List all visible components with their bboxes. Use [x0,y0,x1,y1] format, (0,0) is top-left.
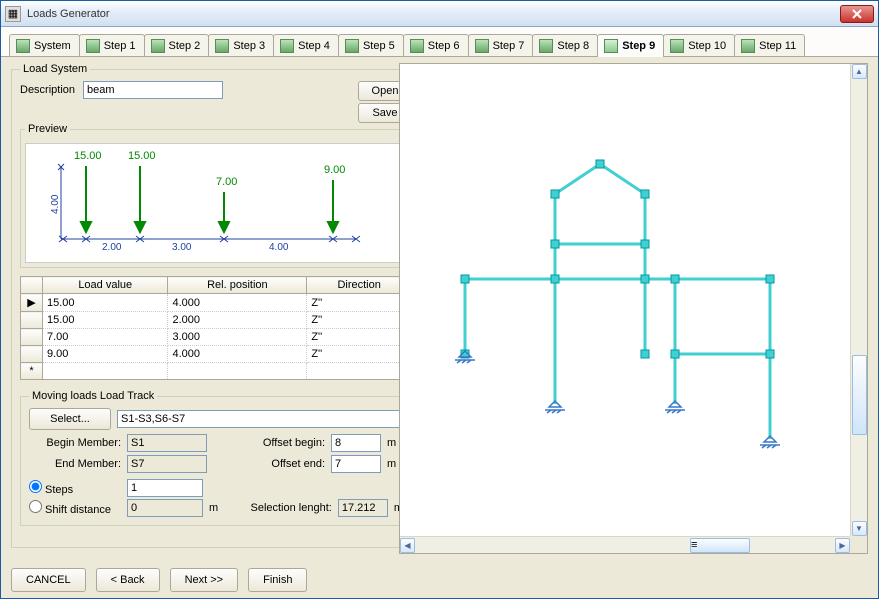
table-row: ▶15.004.000Z'' [21,294,412,312]
shift-radio[interactable] [29,500,42,513]
offset-begin-label: Offset begin: [239,437,325,449]
tab-step-8[interactable]: Step 8 [532,34,598,56]
scroll-up-button[interactable]: ▲ [852,64,867,79]
description-label: Description [20,84,75,96]
tab-step-1[interactable]: Step 1 [79,34,145,56]
table-new-row: * [21,363,412,380]
cancel-button[interactable]: CANCEL [11,568,86,592]
tab-step-2[interactable]: Step 2 [144,34,210,56]
description-input[interactable] [83,81,223,99]
preview-canvas: 15.00 15.00 7.00 9.00 [25,143,407,263]
scroll-right-button[interactable]: ▶ [835,538,850,553]
steps-radio[interactable] [29,480,42,493]
preview-legend: Preview [25,123,70,135]
tab-system[interactable]: System [9,34,80,56]
shift-radio-wrap[interactable]: Shift distance [29,500,121,516]
content: Load System Description Open Save Previe… [1,57,878,560]
tab-step-11[interactable]: Step 11 [734,34,805,56]
step-icon [604,39,618,53]
tab-step-4[interactable]: Step 4 [273,34,339,56]
scroll-down-button[interactable]: ▼ [852,521,867,536]
step-icon [345,39,359,53]
scroll-thumb-v[interactable] [852,355,867,435]
scroll-thumb-h[interactable]: ≡ [690,538,750,553]
tab-step-5[interactable]: Step 5 [338,34,404,56]
preview-group: Preview 15.00 15.00 7.00 9.00 [20,123,412,268]
scroll-corner [850,536,867,553]
step-icon [151,39,165,53]
x-dim-1: 2.00 [102,242,121,253]
begin-member-field [127,434,207,452]
step-icon [86,39,100,53]
selection-input[interactable] [117,410,403,428]
shift-input [127,499,203,517]
structure-canvas[interactable]: ▲ ▼ ◀ ≡ ▶ [399,63,868,554]
step-icon [539,39,553,53]
tab-step-3[interactable]: Step 3 [208,34,274,56]
end-member-field [127,455,207,473]
offset-end-input[interactable] [331,455,381,473]
x-dim-2: 3.00 [172,242,191,253]
tab-step-7[interactable]: Step 7 [468,34,534,56]
end-member-label: End Member: [29,458,121,470]
steps-radio-wrap[interactable]: Steps [29,480,121,496]
th-pos[interactable]: Rel. position [168,277,307,294]
load-system-legend: Load System [20,63,90,75]
table-row: 15.002.000Z'' [21,312,412,329]
begin-member-label: Begin Member: [29,437,121,449]
steps-input[interactable] [127,479,203,497]
x-dim-3: 4.00 [269,242,288,253]
tabbar: System Step 1 Step 2 Step 3 Step 4 Step … [1,27,878,57]
table-row: 7.003.000Z'' [21,329,412,346]
select-button[interactable]: Select... [29,408,111,430]
scroll-left-button[interactable]: ◀ [400,538,415,553]
footer: CANCEL < Back Next >> Finish [1,560,878,598]
next-button[interactable]: Next >> [170,568,239,592]
loads-table[interactable]: Load value Rel. position Direction ▶15.0… [20,276,412,380]
vertical-scrollbar[interactable]: ▲ ▼ [850,64,867,536]
app-window: ▦ Loads Generator System Step 1 Step 2 S… [0,0,879,599]
step-icon [410,39,424,53]
table-row: 9.004.000Z'' [21,346,412,363]
close-button[interactable] [840,5,874,23]
system-icon [16,39,30,53]
selection-length-field [338,499,388,517]
step-icon [741,39,755,53]
close-icon [851,9,863,19]
selection-length-label: Selection lenght: [229,502,332,514]
y-dim: 4.00 [50,195,61,214]
track-group: Moving loads Load Track Select... Begin … [20,390,412,526]
titlebar: ▦ Loads Generator [1,1,878,27]
th-dir[interactable]: Direction [307,277,412,294]
step-icon [280,39,294,53]
app-icon: ▦ [5,6,21,22]
offset-begin-input[interactable] [331,434,381,452]
preview-svg [26,144,366,264]
back-button[interactable]: < Back [96,568,160,592]
window-title: Loads Generator [27,8,840,20]
load-system-group: Load System Description Open Save Previe… [11,63,421,548]
th-load[interactable]: Load value [43,277,168,294]
step-icon [475,39,489,53]
tab-step-10[interactable]: Step 10 [663,34,735,56]
step-icon [215,39,229,53]
step-icon [670,39,684,53]
tab-step-6[interactable]: Step 6 [403,34,469,56]
finish-button[interactable]: Finish [248,568,307,592]
th-ptr[interactable] [21,277,43,294]
left-panel: Load System Description Open Save Previe… [11,63,391,554]
structure-svg [400,64,840,534]
offset-end-label: Offset end: [239,458,325,470]
track-legend: Moving loads Load Track [29,390,157,402]
horizontal-scrollbar[interactable]: ◀ ≡ ▶ [400,536,850,553]
tab-step-9[interactable]: Step 9 [597,34,664,57]
unit-m: m [209,502,223,514]
